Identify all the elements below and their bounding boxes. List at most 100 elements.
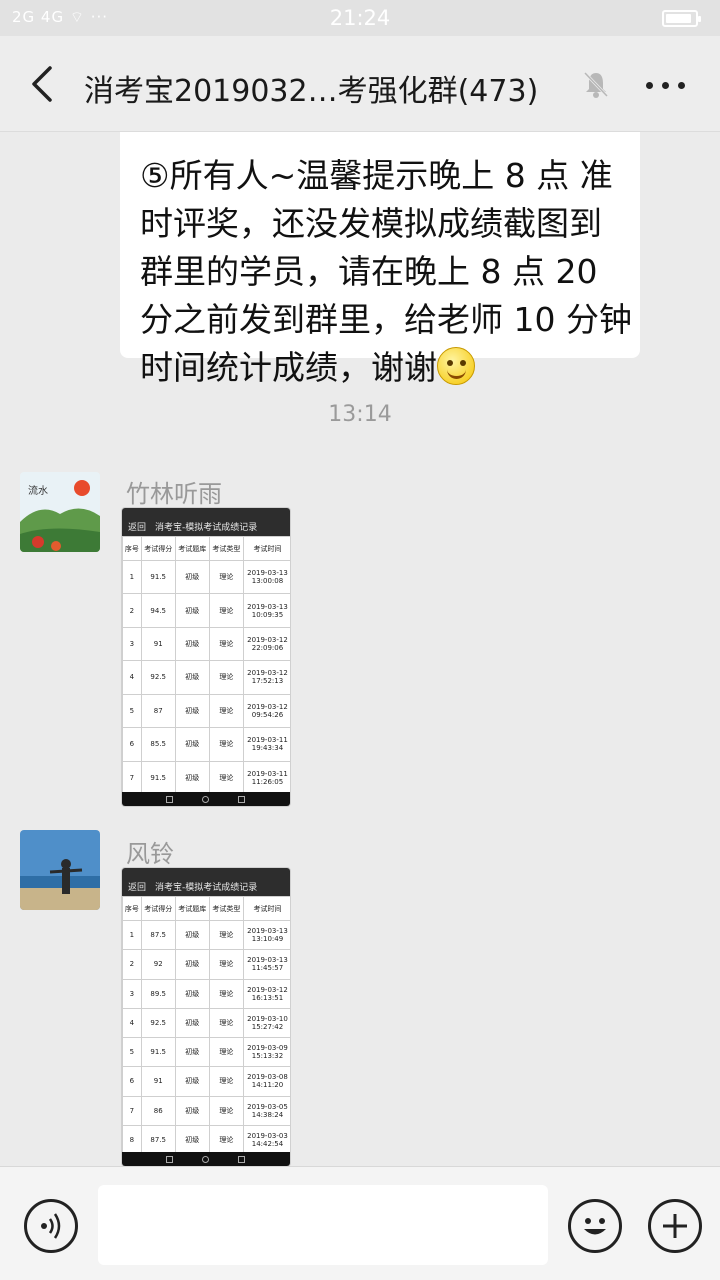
- table-cell: 2: [122, 949, 142, 980]
- table-cell: 理论: [208, 559, 244, 595]
- table-header-cell: 考试时间: [242, 896, 290, 921]
- table-row: 6 85.5 初级 理论 2019-03-11 19:43:34: [122, 727, 290, 762]
- sender-name: 风铃: [126, 840, 174, 868]
- table-cell: 87.5: [140, 919, 176, 951]
- voice-icon[interactable]: [24, 1199, 78, 1253]
- table-row: 6 91 初级 理论 2019-03-08 14:11:20: [122, 1066, 290, 1097]
- table-row: 5 91.5 初级 理论 2019-03-09 15:13:32: [122, 1036, 290, 1068]
- screenshot-navbar: [122, 792, 290, 806]
- message-timestamp: 13:14: [328, 402, 392, 427]
- table-cell: 2019-03-12 22:09:06: [242, 626, 290, 662]
- table-cell: 理论: [208, 978, 244, 1009]
- table-cell: 91.5: [140, 1036, 176, 1068]
- table-cell: 91: [140, 626, 176, 662]
- table-cell: 初级: [174, 1036, 210, 1068]
- message-bubble: ⑤所有人~温馨提示晚上 8 点 准时评奖，还没发模拟成绩截图到群里的学员，请在晚…: [120, 132, 640, 387]
- screenshot-appbar: 返回 消考宝-模拟考试成绩记录: [122, 508, 290, 536]
- table-cell: 92.5: [140, 660, 176, 695]
- sender-name: 竹林听雨: [126, 480, 222, 508]
- status-time: 21:24: [329, 6, 391, 30]
- table-cell: 7: [122, 1095, 142, 1126]
- table-cell: 理论: [208, 626, 244, 662]
- table-cell: 2019-03-13 13:10:49: [242, 919, 290, 951]
- table-cell: 理论: [208, 949, 244, 980]
- table-cell: 理论: [208, 919, 244, 951]
- table-cell: 92: [140, 949, 176, 980]
- smiley-emoji-icon: [437, 347, 475, 385]
- table-cell: 6: [122, 1066, 142, 1097]
- chat-area[interactable]: ⑤所有人~温馨提示晚上 8 点 准时评奖，还没发模拟成绩截图到群里的学员，请在晚…: [0, 132, 720, 1166]
- table-cell: 4: [122, 1007, 142, 1039]
- table-cell: 2019-03-12 17:52:13: [242, 660, 290, 695]
- plus-icon[interactable]: [648, 1199, 702, 1253]
- table-cell: 3: [122, 978, 142, 1009]
- table-header-cell: 序号: [122, 896, 142, 921]
- table-row: 4 92.5 初级 理论 2019-03-10 15:27:42: [122, 1007, 290, 1039]
- table-row: 3 89.5 初级 理论 2019-03-12 16:13:51: [122, 978, 290, 1009]
- table-cell: 初级: [174, 559, 210, 595]
- table-cell: 理论: [208, 1066, 244, 1097]
- table-cell: 2019-03-08 14:11:20: [242, 1066, 290, 1097]
- table-cell: 初级: [174, 660, 210, 695]
- table-cell: 初级: [174, 727, 210, 762]
- table-header-cell: 考试题库: [174, 896, 210, 921]
- table-cell: 89.5: [140, 978, 176, 1009]
- avatar-image: [20, 830, 100, 910]
- more-dots-icon[interactable]: [646, 82, 686, 92]
- table-cell: 理论: [208, 1095, 244, 1126]
- table-cell: 理论: [208, 760, 244, 795]
- table-cell: 理论: [208, 1124, 244, 1156]
- back-arrow-icon[interactable]: [28, 64, 58, 104]
- table-cell: 2019-03-11 11:26:05: [242, 760, 290, 795]
- svg-text:流水: 流水: [28, 484, 48, 497]
- avatar[interactable]: 流水: [20, 472, 100, 552]
- table-cell: 理论: [208, 660, 244, 695]
- table-cell: 初级: [174, 593, 210, 628]
- table-cell: 85.5: [140, 727, 176, 762]
- table-cell: 2019-03-13 13:00:08: [242, 559, 290, 595]
- table-cell: 2019-03-12 09:54:26: [242, 693, 290, 729]
- message-input[interactable]: [98, 1185, 548, 1265]
- image-message[interactable]: 返回 消考宝-模拟考试成绩记录 序号 考试得分 考试题库 考试类型 考试时间 1 87.5 初…: [121, 867, 291, 1166]
- table-cell: 91.5: [140, 760, 176, 795]
- table-row: 3 91 初级 理论 2019-03-12 22:09:06: [122, 626, 290, 662]
- table-cell: 2019-03-09 15:13:32: [242, 1036, 290, 1068]
- table-cell: 91.5: [140, 559, 176, 595]
- table-header-cell: 考试时间: [242, 536, 290, 561]
- screenshot-navbar: [122, 1152, 290, 1166]
- chat-header: 消考宝2019032…考强化群(473): [0, 36, 720, 132]
- table-cell: 初级: [174, 1095, 210, 1126]
- screenshot-title: 消考宝-模拟考试成绩记录: [155, 523, 258, 533]
- table-cell: 2: [122, 593, 142, 628]
- table-cell: 初级: [174, 1066, 210, 1097]
- table-cell: 初级: [174, 949, 210, 980]
- table-cell: 2019-03-05 14:38:24: [242, 1095, 290, 1126]
- score-table: 序号 考试得分 考试题库 考试类型 考试时间 1 91.5 初级 理论 2019-03-13 13…: [122, 536, 290, 795]
- table-row: 5 87 初级 理论 2019-03-12 09:54:26: [122, 693, 290, 729]
- emoji-icon[interactable]: [568, 1199, 622, 1253]
- table-row: 2 92 初级 理论 2019-03-13 11:45:57: [122, 949, 290, 980]
- table-cell: 2019-03-11 19:43:34: [242, 727, 290, 762]
- table-row: 2 94.5 初级 理论 2019-03-13 10:09:35: [122, 593, 290, 628]
- table-cell: 87: [140, 693, 176, 729]
- table-cell: 理论: [208, 1036, 244, 1068]
- table-header-cell: 考试类型: [208, 536, 244, 561]
- table-row: 7 91.5 初级 理论 2019-03-11 11:26:05: [122, 760, 290, 795]
- table-cell: 7: [122, 760, 142, 795]
- screenshot-back: 返回: [128, 523, 147, 533]
- battery-icon: [662, 10, 701, 27]
- screenshot-title: 消考宝-模拟考试成绩记录: [155, 883, 258, 893]
- input-bar: [0, 1166, 720, 1280]
- status-bar: 2G 4G ⌔ ··· 21:24: [0, 0, 720, 36]
- table-cell: 2019-03-13 11:45:57: [242, 949, 290, 980]
- image-message[interactable]: 返回 消考宝-模拟考试成绩记录 序号 考试得分 考试题库 考试类型 考试时间 1 91.5 初…: [121, 507, 291, 807]
- table-cell: 初级: [174, 919, 210, 951]
- table-cell: 初级: [174, 760, 210, 795]
- message-text: ⑤所有人~温馨提示晚上 8 点 准时评奖，还没发模拟成绩截图到群里的学员，请在晚…: [140, 156, 632, 387]
- table-cell: 2019-03-03 14:42:54: [242, 1124, 290, 1156]
- avatar[interactable]: [20, 830, 100, 910]
- table-header-cell: 考试类型: [208, 896, 244, 921]
- table-row: 7 86 初级 理论 2019-03-05 14:38:24: [122, 1095, 290, 1126]
- table-cell: 2019-03-12 16:13:51: [242, 978, 290, 1009]
- table-cell: 94.5: [140, 593, 176, 628]
